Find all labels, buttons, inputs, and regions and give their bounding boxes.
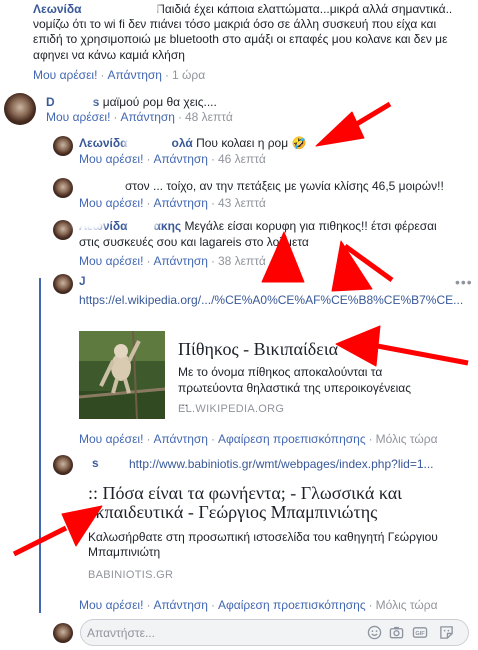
avatar bbox=[53, 623, 73, 643]
comment2-actions: Μου αρέσει! · Απάντηση · 48 λεπτά bbox=[46, 110, 233, 124]
more-options-icon[interactable]: ••• bbox=[455, 274, 473, 290]
avatar[interactable] bbox=[53, 136, 73, 156]
reply-button[interactable]: Απάντηση bbox=[153, 598, 208, 612]
redaction-blur bbox=[73, 215, 105, 231]
timestamp[interactable]: 48 λεπτά bbox=[185, 110, 233, 124]
reply-input[interactable] bbox=[87, 624, 307, 642]
timestamp[interactable]: 43 λεπτά bbox=[218, 196, 266, 210]
card-title[interactable]: Πίθηκος - Βικιπαίδεια bbox=[178, 339, 338, 360]
reply5-author: s bbox=[92, 456, 99, 470]
sticker-icon[interactable] bbox=[438, 625, 454, 641]
reply-button[interactable]: Απάντηση bbox=[153, 432, 208, 446]
redaction-blur bbox=[76, 173, 124, 191]
emoji-icon[interactable] bbox=[366, 625, 382, 641]
camera-icon[interactable] bbox=[388, 625, 404, 641]
remove-preview-button[interactable]: Αφαίρεση προεπισκόπησης bbox=[218, 432, 366, 446]
link-preview-card[interactable]: Πίθηκος - Βικιπαίδεια Με το όνομα πίθηκο… bbox=[79, 331, 459, 425]
reply-button[interactable]: Απάντηση bbox=[153, 196, 208, 210]
like-button[interactable]: Μου αρέσει! bbox=[79, 598, 143, 612]
redaction-blur bbox=[128, 215, 158, 231]
reply3-actions: Μου αρέσει! · Απάντηση · 38 λεπτά bbox=[79, 254, 266, 268]
like-button[interactable]: Μου αρέσει! bbox=[79, 196, 143, 210]
avatar[interactable] bbox=[53, 455, 73, 475]
reply5-url[interactable]: http://www.babiniotis.gr/wmt/webpages/in… bbox=[129, 456, 434, 472]
reply1-author[interactable]: Λεωνίδα bbox=[79, 136, 128, 150]
redaction-blur bbox=[124, 134, 166, 151]
card-description-line1: Καλωσήρθατε στη προσωπική ιστοσελίδα του… bbox=[88, 530, 438, 544]
gibbon-thumbnail-image bbox=[79, 331, 165, 419]
timestamp[interactable]: 38 λεπτά bbox=[218, 254, 266, 268]
reply4-url[interactable]: https://el.wikipedia.org/.../%CE%A0%CE%A… bbox=[79, 292, 463, 308]
remove-preview-button[interactable]: Αφαίρεση προεπισκόπησης bbox=[218, 598, 366, 612]
arrow-head bbox=[331, 240, 373, 292]
timestamp[interactable]: Μόλις τώρα bbox=[376, 432, 438, 446]
reply2-body: στον ... τοίχο, αν την πετάξεις με γωνία… bbox=[125, 179, 444, 193]
reply-button[interactable]: Απάντηση bbox=[120, 110, 175, 124]
redaction-blur bbox=[100, 451, 124, 469]
reply1-actions: Μου αρέσει! · Απάντηση · 46 λεπτά bbox=[79, 152, 266, 166]
comment2-author-suffix[interactable]: s bbox=[93, 95, 100, 109]
rofl-emoji-icon: 🤣 bbox=[291, 136, 307, 150]
reply2-actions: Μου αρέσει! · Απάντηση · 43 λεπτά bbox=[79, 196, 266, 210]
timestamp[interactable]: Μόλις τώρα bbox=[376, 598, 438, 612]
timestamp[interactable]: 1 ώρα bbox=[172, 68, 205, 82]
avatar[interactable] bbox=[53, 220, 73, 240]
comment2-author[interactable]: D bbox=[46, 95, 55, 109]
reply-button[interactable]: Απάντηση bbox=[153, 152, 208, 166]
redaction-blur bbox=[87, 270, 133, 288]
card-domain: EL.WIKIPEDIA.ORG bbox=[178, 403, 285, 415]
avatar[interactable] bbox=[4, 93, 36, 125]
card-title-line2[interactable]: εκπαιδευτικά - Γεώργιος Μπαμπινιώτης bbox=[88, 502, 377, 523]
comment1-actions: Μου αρέσει! · Απάντηση · 1 ώρα bbox=[33, 68, 206, 82]
avatar[interactable] bbox=[53, 178, 73, 198]
like-button[interactable]: Μου αρέσει! bbox=[79, 254, 143, 268]
reply5-actions: Μου αρέσει! · Απάντηση · Αφαίρεση προεπισκόπ… bbox=[79, 598, 438, 612]
avatar[interactable] bbox=[53, 274, 73, 294]
reply-composer[interactable]: GIF bbox=[80, 619, 469, 646]
timestamp[interactable]: 46 λεπτά bbox=[218, 152, 266, 166]
comment1-line4: αφηνει να κάνω καμιά κλήση bbox=[33, 48, 185, 62]
reply1-body: Λεωνίδα ολά Που κολαει η ρομ 🤣 bbox=[79, 136, 307, 150]
like-button[interactable]: Μου αρέσει! bbox=[46, 110, 110, 124]
redaction-blur bbox=[57, 93, 93, 110]
redaction-blur bbox=[98, 0, 160, 16]
gif-icon[interactable]: GIF bbox=[412, 625, 428, 641]
card-description-line2: Μπαμπινιώτη bbox=[88, 545, 161, 559]
comment1-line2: νομίζω ότι το wi fi δεν πιάνει τόσο μακρ… bbox=[33, 17, 437, 31]
reply3-line2: στις συσκευές σου και lagareis στο λολμε… bbox=[79, 235, 309, 249]
thread-line bbox=[39, 278, 41, 613]
card-domain: BABINIOTIS.GR bbox=[88, 569, 174, 581]
card-title-line1[interactable]: :: Πόσα είναι τα φωνήεντα; - Γλωσσικά κα… bbox=[88, 483, 402, 504]
like-button[interactable]: Μου αρέσει! bbox=[33, 68, 97, 82]
card-description-line2: πρωτεύοντα θηλαστικά της υπεροικογένειας bbox=[178, 381, 412, 395]
like-button[interactable]: Μου αρέσει! bbox=[79, 152, 143, 166]
reply-button[interactable]: Απάντηση bbox=[153, 254, 208, 268]
reply-button[interactable]: Απάντηση bbox=[107, 68, 162, 82]
reply1-author-suffix[interactable]: ολά bbox=[172, 136, 193, 150]
reply4-author: J bbox=[79, 274, 86, 288]
link-preview-card[interactable]: :: Πόσα είναι τα φωνήεντα; - Γλωσσικά κα… bbox=[79, 480, 464, 581]
like-button[interactable]: Μου αρέσει! bbox=[79, 432, 143, 446]
card-description-line1: Με το όνομα πίθηκος αποκαλούνται τα bbox=[178, 365, 383, 379]
reply4-actions: Μου αρέσει! · Απάντηση · Αφαίρεση προεπισκόπ… bbox=[79, 432, 438, 446]
arrow-head bbox=[315, 111, 365, 147]
comment1-author[interactable]: Λεωνίδα bbox=[33, 2, 82, 16]
svg-text:GIF: GIF bbox=[415, 631, 425, 637]
comment1-line1: Λεωνίδα Παιδιά έχει κάποια ελαττώματα...… bbox=[33, 2, 453, 16]
comment1-line3: επιδή το χρησιμοποιώ με bluetooth στο αμ… bbox=[33, 32, 448, 46]
